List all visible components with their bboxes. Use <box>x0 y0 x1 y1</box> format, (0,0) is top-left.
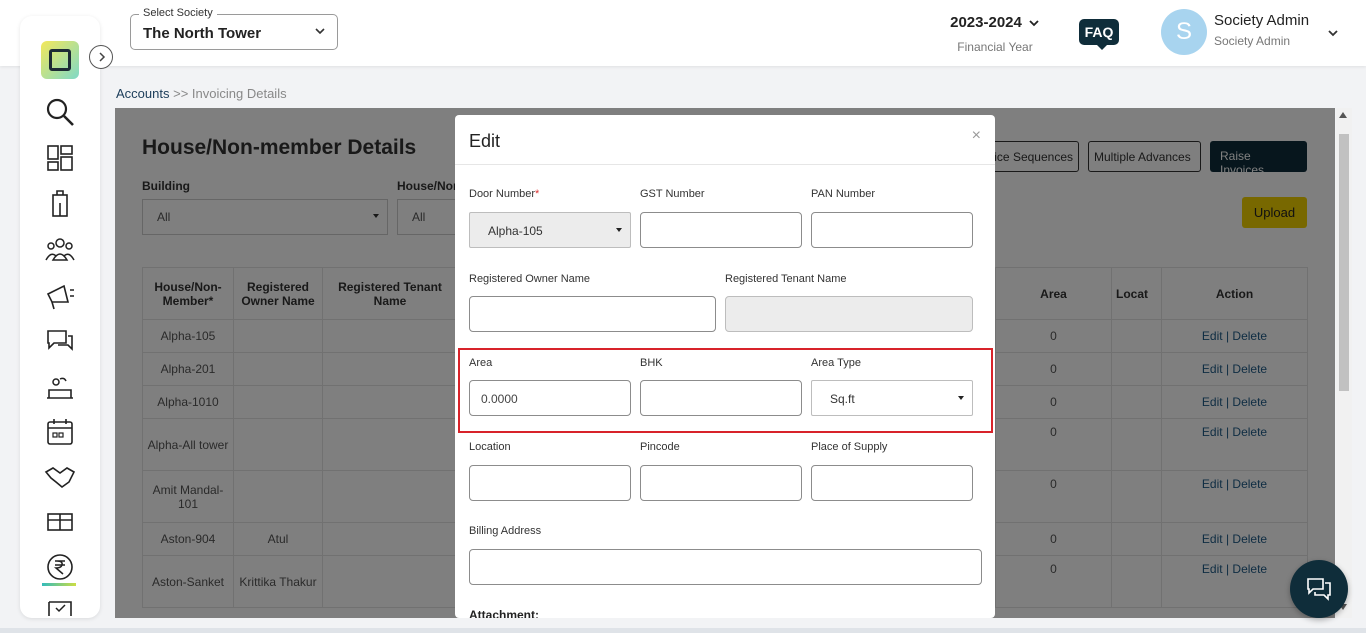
door-number-select[interactable]: Alpha-105 <box>469 212 631 248</box>
area-input[interactable]: 0.0000 <box>469 380 631 416</box>
modal-divider <box>455 164 995 165</box>
area-type-value: Sq.ft <box>830 392 855 406</box>
bhk-label: BHK <box>640 357 663 369</box>
chat-icon <box>1307 578 1331 601</box>
chat-support-button[interactable] <box>1290 560 1348 618</box>
area-type-select[interactable]: Sq.ft <box>811 380 973 416</box>
gst-number-label: GST Number <box>640 188 705 200</box>
user-name: Society Admin <box>1214 12 1310 29</box>
door-number-value: Alpha-105 <box>488 224 543 238</box>
gst-number-input[interactable] <box>640 212 802 248</box>
place-of-supply-label: Place of Supply <box>811 441 888 453</box>
bottom-border <box>0 628 1366 633</box>
sidebar <box>20 16 100 618</box>
sidebar-toggle-button[interactable] <box>89 45 113 69</box>
location-input[interactable] <box>469 465 631 501</box>
chevron-down-icon <box>1029 20 1039 27</box>
door-number-label: Door Number* <box>469 188 539 200</box>
pincode-label: Pincode <box>640 441 680 453</box>
door-number-label-text: Door Number <box>469 188 536 200</box>
announcement-icon[interactable] <box>44 280 76 312</box>
dashboard-icon[interactable] <box>44 142 76 174</box>
financial-year-selector[interactable]: 2023-2024 Financial Year <box>940 14 1050 54</box>
dropdown-arrow-icon <box>616 228 622 232</box>
society-select-value: The North Tower <box>143 25 262 42</box>
breadcrumb-accounts[interactable]: Accounts <box>116 86 169 101</box>
financial-year-label: Financial Year <box>957 40 1033 54</box>
rupee-icon[interactable] <box>44 551 76 583</box>
close-icon[interactable]: × <box>972 127 981 145</box>
bhk-input[interactable] <box>640 380 802 416</box>
scrollbar-thumb[interactable] <box>1339 134 1349 391</box>
dropdown-arrow-icon <box>958 396 964 400</box>
building-icon[interactable] <box>44 188 76 220</box>
society-select-label: Select Society <box>139 7 217 19</box>
search-icon[interactable] <box>44 96 76 128</box>
handshake-icon[interactable] <box>44 460 76 492</box>
tenant-name-label: Registered Tenant Name <box>725 273 847 285</box>
parcel-icon[interactable] <box>44 506 76 538</box>
top-header: Select Society The North Tower 2023-2024… <box>0 0 1366 66</box>
user-menu-chevron-icon[interactable] <box>1326 26 1340 40</box>
required-mark: * <box>535 188 540 200</box>
breadcrumb: Accounts >> Invoicing Details <box>116 86 287 101</box>
edit-modal: Edit × Door Number* Alpha-105 GST Number… <box>455 115 995 618</box>
user-role: Society Admin <box>1214 34 1291 48</box>
members-icon[interactable] <box>44 234 76 266</box>
app-logo[interactable] <box>41 41 79 79</box>
chevron-down-icon <box>315 28 325 35</box>
area-label: Area <box>469 357 493 369</box>
area-type-label: Area Type <box>811 357 861 369</box>
owner-name-label: Registered Owner Name <box>469 273 591 285</box>
society-select[interactable]: Select Society The North Tower <box>130 7 338 50</box>
breadcrumb-current: Invoicing Details <box>191 86 287 101</box>
active-nav-indicator <box>42 583 76 586</box>
modal-title: Edit <box>469 131 501 151</box>
location-label: Location <box>469 441 511 453</box>
owner-name-input[interactable] <box>469 296 716 332</box>
scroll-up-arrow-icon[interactable] <box>1339 112 1347 118</box>
calendar-check-icon[interactable] <box>44 598 76 616</box>
place-of-supply-input[interactable] <box>811 465 973 501</box>
pan-number-input[interactable] <box>811 212 973 248</box>
avatar[interactable]: S <box>1161 9 1207 55</box>
billing-address-input[interactable] <box>469 549 982 585</box>
pincode-input[interactable] <box>640 465 802 501</box>
chevron-right-icon <box>99 52 106 62</box>
billing-address-label: Billing Address <box>469 525 542 537</box>
tenant-name-input <box>725 296 973 332</box>
breadcrumb-separator: >> <box>173 86 189 101</box>
financial-year-value: 2023-2024 <box>950 14 1022 31</box>
attachment-label: Attachment: <box>469 608 540 618</box>
calendar-icon[interactable] <box>44 416 76 448</box>
pan-number-label: PAN Number <box>811 188 875 200</box>
logo-mark <box>49 49 71 71</box>
faq-button[interactable]: FAQ <box>1079 19 1119 50</box>
facility-icon[interactable] <box>44 371 76 403</box>
chat-icon[interactable] <box>44 325 76 357</box>
